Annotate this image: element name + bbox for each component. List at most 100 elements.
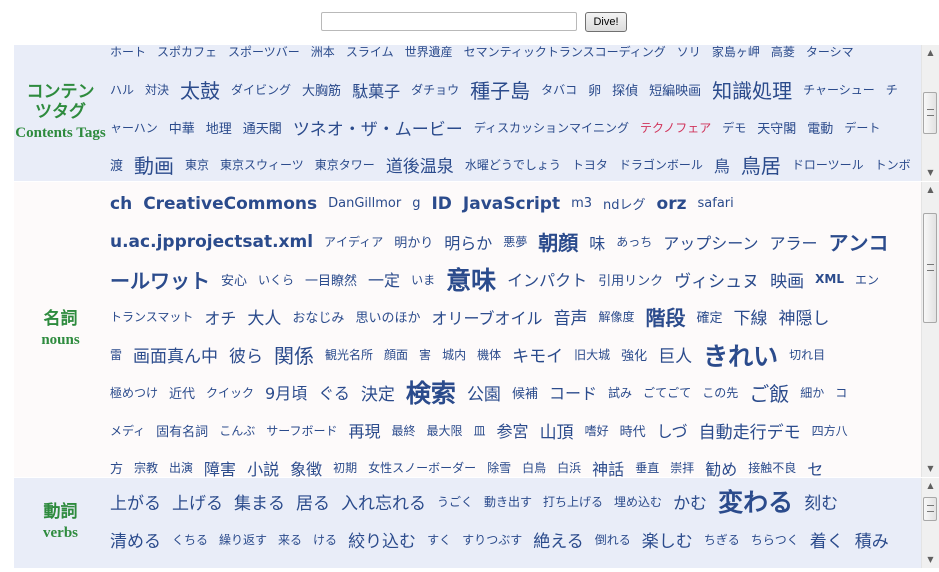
tag-link[interactable]: 象徴 [290,456,322,477]
tag-link[interactable]: 旧大城 [574,346,610,363]
tag-link[interactable]: スポカフェ [157,45,217,60]
tag-link[interactable]: 太鼓 [180,75,220,104]
scroll-up-arrow-icon[interactable]: ▲ [922,182,939,198]
tag-link[interactable]: ちらつく [751,531,799,548]
tag-link[interactable]: 刻む [804,489,838,514]
scrollbar[interactable]: ▲ ▼ [921,45,939,181]
tag-link[interactable]: 音声 [554,304,588,329]
tag-link[interactable]: コード [549,380,597,404]
tag-link[interactable]: 機体 [477,346,501,363]
tag-link[interactable]: 渡 [110,155,123,174]
tag-link[interactable]: テクノフェア [640,119,711,136]
scroll-down-arrow-icon[interactable]: ▼ [922,552,939,568]
tag-link[interactable]: u.ac.jpprojectsat.xml [110,232,313,252]
tag-link[interactable]: スライム [346,45,394,60]
tag-link[interactable]: 倒れる [595,531,631,548]
tag-link[interactable]: 最終 [392,422,416,439]
tag-link[interactable]: キモイ [512,342,563,367]
tag-link[interactable]: 清める [110,527,161,552]
tag-link[interactable]: 一目瞭然 [305,270,357,289]
tag-link[interactable]: 明らか [444,230,492,254]
tag-link[interactable]: 方 [110,458,123,477]
tag-link[interactable]: 9月頃 [265,380,307,404]
tag-link[interactable]: 宗教 [134,459,158,476]
tag-link[interactable]: 垂直 [635,459,659,476]
tag-link[interactable]: 探偵 [612,80,638,99]
tag-link[interactable]: 上げる [172,489,223,514]
tag-link[interactable]: g [412,196,420,211]
tag-link[interactable]: 嗜好 [585,422,609,439]
tag-link[interactable]: オチ [204,305,236,329]
tag-link[interactable]: 雷 [110,346,122,363]
tag-link[interactable]: 接触不良 [748,459,796,476]
tag-link[interactable]: 絞り込む [348,527,416,552]
tag-link[interactable]: 卵 [588,80,601,99]
tag-link[interactable]: 上がる [110,489,161,514]
tag-link[interactable]: クイック [206,384,254,401]
tag-link[interactable]: 明かり [394,232,433,251]
tag-link[interactable]: ツネオ・ザ・ムービー [293,115,463,140]
tag-link[interactable]: ールワット [110,265,210,294]
tag-link[interactable]: サーフボード [266,422,337,439]
scrollbar-thumb[interactable] [923,92,937,134]
tag-link[interactable]: safari [698,196,734,211]
tag-link[interactable]: 思いのほか [355,307,420,326]
tag-link[interactable]: 埋め込む [614,493,662,510]
tag-link[interactable]: 家島ヶ岬 [712,45,760,60]
tag-link[interactable]: 道後温泉 [386,152,454,177]
tag-link[interactable]: 東京タワー [315,156,375,173]
tag-link[interactable]: 短編映画 [649,80,701,99]
scroll-up-arrow-icon[interactable]: ▲ [922,478,939,494]
tag-link[interactable]: 鳥居 [741,150,781,179]
tag-link[interactable]: 変わる [718,483,793,519]
search-input[interactable] [321,12,577,31]
tag-link[interactable]: ディスカッションマイニング [474,119,629,136]
tag-link[interactable]: ごてごて [643,384,691,401]
tag-link[interactable]: 試み [608,384,632,401]
tag-link[interactable]: 城内 [442,346,466,363]
tag-link[interactable]: 積み [855,527,889,552]
tag-link[interactable]: m3 [571,196,592,211]
tag-link[interactable]: 決定 [361,380,395,405]
scrollbar-thumb[interactable] [923,213,937,323]
tag-link[interactable]: 四方八 [812,422,848,439]
tag-link[interactable]: 解像度 [599,308,635,325]
tag-link[interactable]: 地理 [206,118,232,137]
tag-link[interactable]: きれい [703,337,778,373]
tag-link[interactable]: チ [886,81,898,98]
tag-link[interactable]: 知識処理 [712,75,792,104]
tag-link[interactable]: タバコ [541,81,577,98]
scroll-down-arrow-icon[interactable]: ▼ [922,165,939,181]
tag-link[interactable]: 居る [296,489,330,514]
tag-link[interactable]: ID [431,194,451,214]
tag-link[interactable]: トンボ [875,156,911,173]
tag-link[interactable]: デート [844,119,880,136]
tag-link[interactable]: 強化 [621,345,647,364]
tag-link[interactable]: 小説 [247,456,279,477]
tag-link[interactable]: ハル [110,81,134,98]
tag-link[interactable]: 確定 [697,307,723,326]
tag-link[interactable]: 意味 [446,261,496,297]
tag-link[interactable]: ターシマ [806,45,854,60]
tag-link[interactable]: セ [807,456,823,477]
tag-link[interactable]: 入れ忘れる [341,489,426,514]
tag-link[interactable]: すく [427,531,451,548]
tag-link[interactable]: 一定 [368,267,400,291]
tag-link[interactable]: 世界遺産 [405,45,453,60]
tag-link[interactable]: セマンティックトランスコーディング [464,45,666,60]
tag-link[interactable]: こんぶ [219,422,255,439]
tag-link[interactable]: 切れ目 [789,346,825,363]
tag-link[interactable]: 自動走行デモ [699,418,801,443]
tag-link[interactable]: 巨人 [658,342,692,367]
tag-link[interactable]: 女性スノーボーダー [368,459,476,476]
tag-link[interactable]: 動画 [134,150,174,179]
tag-link[interactable]: 時代 [620,421,646,440]
tag-link[interactable]: 神話 [592,456,624,477]
tag-link[interactable]: 顔面 [384,346,408,363]
tag-link[interactable]: 白鳥 [522,459,546,476]
tag-link[interactable]: 安心 [221,270,247,289]
tag-link[interactable]: エン [855,271,879,288]
tag-link[interactable]: 関係 [274,340,314,369]
tag-link[interactable]: インパクト [507,267,587,291]
tag-link[interactable]: 洲本 [311,45,335,60]
